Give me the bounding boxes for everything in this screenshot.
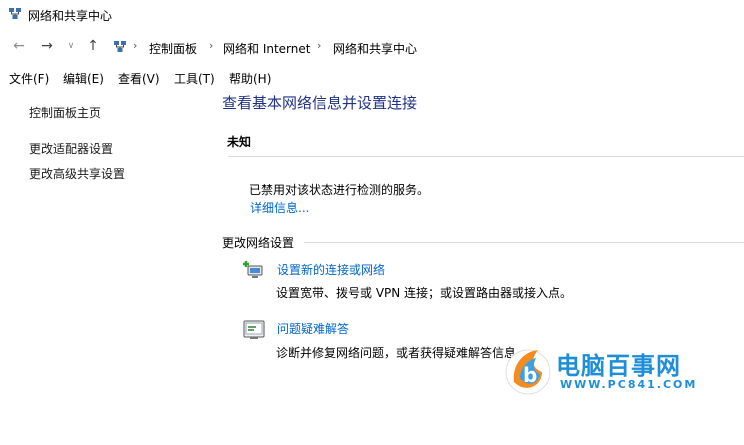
menu-tools[interactable]: 工具(T) xyxy=(174,70,215,87)
menu-edit[interactable]: 编辑(E) xyxy=(63,70,104,87)
troubleshoot-icon xyxy=(243,320,265,339)
troubleshoot-link[interactable]: 问题疑难解答 xyxy=(277,320,349,337)
window-title: 网络和共享中心 xyxy=(28,9,113,23)
title-bar: 网络和共享中心 xyxy=(0,0,744,30)
divider xyxy=(304,242,744,243)
menu-help[interactable]: 帮助(H) xyxy=(229,70,271,87)
sidebar-link-adapter-settings[interactable]: 更改适配器设置 xyxy=(29,140,113,157)
back-arrow-icon[interactable]: ← xyxy=(10,37,28,55)
setup-connection-link[interactable]: 设置新的连接或网络 xyxy=(277,261,385,278)
watermark-title: 电脑百事网 xyxy=(556,352,681,380)
forward-arrow-icon[interactable]: → xyxy=(38,37,56,55)
up-arrow-icon[interactable]: ↑ xyxy=(84,37,102,55)
address-bar: ← → ∨ ↑ › 控制面板 › 网络和 Internet › 网络和共享中心 xyxy=(0,31,744,61)
menu-bar: 文件(F) 编辑(E) 查看(V) 工具(T) 帮助(H) xyxy=(0,66,744,88)
status-text: 已禁用对该状态进行检测的服务。 xyxy=(249,183,430,197)
troubleshoot-desc: 诊断并修复网络问题，或者获得疑难解答信息。 xyxy=(276,346,529,360)
chevron-right-icon: › xyxy=(317,39,322,52)
network-icon xyxy=(9,8,21,19)
menu-view[interactable]: 查看(V) xyxy=(118,70,160,87)
control-panel-icon xyxy=(114,41,126,52)
setup-connection-desc: 设置宽带、拨号或 VPN 连接；或设置路由器或接入点。 xyxy=(276,286,573,300)
breadcrumb-network-sharing-center[interactable]: 网络和共享中心 xyxy=(333,40,417,57)
recent-dropdown-icon[interactable]: ∨ xyxy=(62,37,80,55)
page-title: 查看基本网络信息并设置连接 xyxy=(222,94,418,112)
watermark-url: WWW.PC841.COM xyxy=(560,378,698,391)
breadcrumb-control-panel[interactable]: 控制面板 xyxy=(149,40,197,57)
network-name: 未知 xyxy=(227,135,252,149)
new-connection-icon xyxy=(243,261,263,278)
change-settings-heading: 更改网络设置 xyxy=(222,236,295,250)
breadcrumb-network-internet[interactable]: 网络和 Internet xyxy=(223,40,310,57)
chevron-right-icon: › xyxy=(209,39,214,52)
watermark: b 电脑百事网 WWW.PC841.COM xyxy=(502,342,732,398)
watermark-logo-icon: b xyxy=(505,349,551,395)
menu-file[interactable]: 文件(F) xyxy=(9,70,49,87)
divider xyxy=(228,156,744,157)
address-box[interactable]: › 控制面板 › 网络和 Internet › 网络和共享中心 xyxy=(106,35,744,59)
svg-text:b: b xyxy=(523,363,537,387)
sidebar-link-home[interactable]: 控制面板主页 xyxy=(29,104,101,121)
chevron-right-icon: › xyxy=(133,39,138,52)
sidebar-link-advanced-sharing[interactable]: 更改高级共享设置 xyxy=(29,165,125,182)
details-link[interactable]: 详细信息... xyxy=(250,199,309,216)
